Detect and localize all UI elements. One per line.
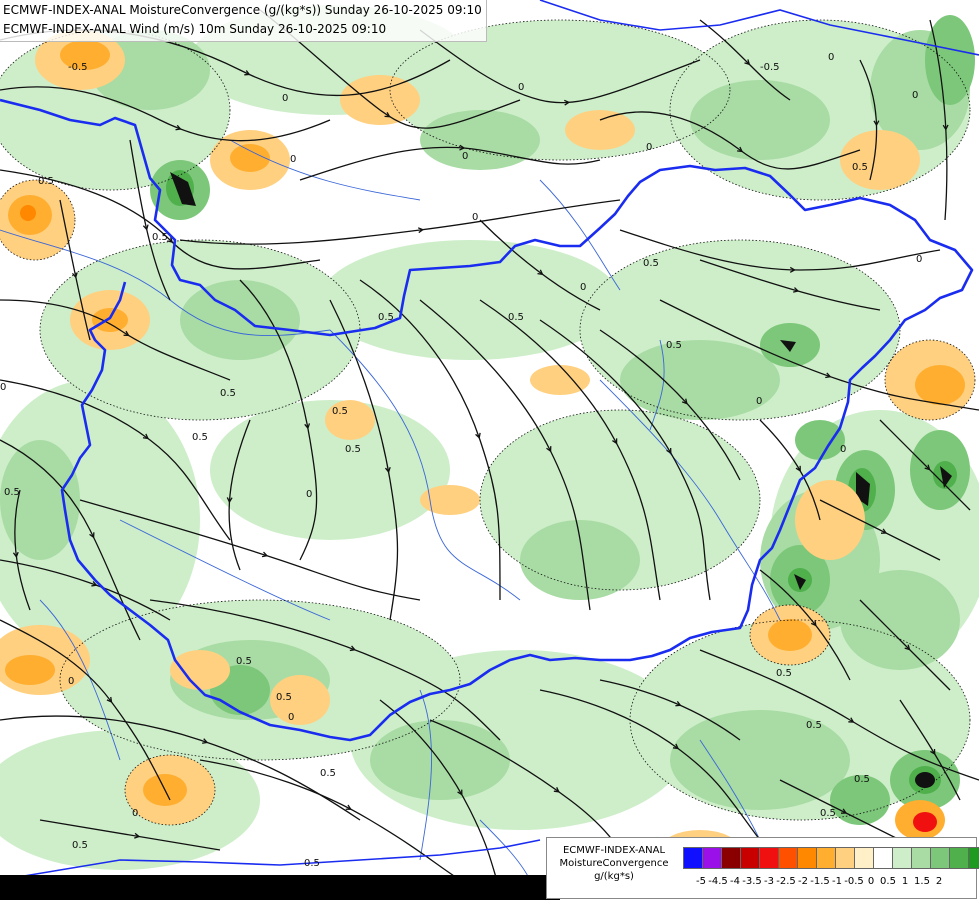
contour-value-label: 0 [306,489,312,500]
contour-value-label: 0.5 [236,656,252,667]
legend-title: ECMWF-INDEX-ANAL MoistureConvergence g/(… [547,844,681,883]
contour-value-label: 0 [912,90,918,101]
contour-value-label: 0 [472,212,478,223]
contour-value-label: 0.5 [72,840,88,851]
weather-map: 0 0.5 -0.5 0.5 0 0 0.5 0 0 0.5 0 0.5 -0.5 0 0.5 0 0.5 0.5… [0,0,979,900]
legend-swatch-4 [759,847,779,869]
legend-tick-label: -4.5 [708,876,728,887]
legend-tick-label: 1.5 [914,876,930,887]
title-wind: ECMWF-INDEX-ANAL Wind (m/s) 10m Sunday 2… [3,22,387,36]
contour-value-label: 0 [288,712,294,723]
contour-value-label: 0 [132,808,138,819]
contour-value-label: 0 [0,382,6,393]
legend-tick-label: -3.5 [742,876,762,887]
contour-value-label: 0 [840,444,846,455]
legend-title-unit: g/(kg*s) [594,871,634,882]
color-legend: ECMWF-INDEX-ANAL MoistureConvergence g/(… [546,837,979,899]
legend-swatches [683,847,979,869]
legend-tick-label: 1 [901,876,909,887]
contour-value-label: 0 [68,676,74,687]
legend-swatch-0 [683,847,703,869]
legend-tick-label: 2 [935,876,943,887]
contour-value-label: 0 [282,93,288,104]
contour-value-label: 0.5 [666,340,682,351]
legend-tick-label: -1 [832,876,842,887]
contour-value-label: 0.5 [38,176,54,187]
legend-swatch-3 [740,847,760,869]
contour-value-label: 0.5 [276,692,292,703]
contour-value-label: 0 [580,282,586,293]
map-title: ECMWF-INDEX-ANAL MoistureConvergence (g/… [0,0,487,42]
contour-value-label: 0 [462,151,468,162]
legend-tick-label: -4 [730,876,740,887]
contour-value-label: 0.5 [508,312,524,323]
contour-value-label: 0.5 [806,720,822,731]
legend-swatch-2 [721,847,741,869]
legend-tick-label: -2 [798,876,808,887]
contour-value-label: 0.5 [304,858,320,869]
contour-value-label: 0.5 [852,162,868,173]
contour-value-label: 0.5 [643,258,659,269]
legend-swatch-13 [930,847,950,869]
legend-title-variable: MoistureConvergence [559,858,669,869]
legend-swatch-12 [911,847,931,869]
legend-tick-label: 0 [867,876,875,887]
contour-value-label: 0.5 [820,808,836,819]
legend-swatch-11 [892,847,912,869]
legend-swatch-15 [968,847,979,869]
legend-swatch-6 [797,847,817,869]
legend-tick-label: 0.5 [880,876,896,887]
contour-value-label: -0.5 [760,62,780,73]
legend-swatch-10 [873,847,893,869]
contour-value-label: 0.5 [152,232,168,243]
contour-value-label: 0 [518,82,524,93]
contour-value-label: 0 [646,142,652,153]
contour-value-label: 0 [756,396,762,407]
contour-value-label: 0.5 [345,444,361,455]
contour-value-label: 0.5 [220,388,236,399]
legend-tick-label: -2.5 [776,876,796,887]
legend-swatch-7 [816,847,836,869]
legend-swatch-14 [949,847,969,869]
contour-value-label: 0 [916,254,922,265]
legend-tick-label: -3 [764,876,774,887]
contour-value-label: 0.5 [192,432,208,443]
contour-value-label: 0.5 [854,774,870,785]
legend-tick-label: -5 [696,876,706,887]
legend-swatch-9 [854,847,874,869]
legend-swatch-1 [702,847,722,869]
contour-value-label: 0.5 [320,768,336,779]
contour-value-label: -0.5 [68,62,88,73]
title-moisture-convergence: ECMWF-INDEX-ANAL MoistureConvergence (g/… [3,3,482,17]
contour-value-label: 0.5 [332,406,348,417]
contour-value-label: 0.5 [378,312,394,323]
legend-tick-label: -0.5 [844,876,864,887]
contour-value-label: 0.5 [776,668,792,679]
contour-value-label: 0 [290,154,296,165]
legend-swatch-8 [835,847,855,869]
contour-labels-layer: 0 0.5 -0.5 0.5 0 0 0.5 0 0 0.5 0 0.5 -0.5 0 0.5 0 0.5 0.5… [0,52,922,869]
bottom-bar [0,875,560,900]
contour-value-label: 0 [828,52,834,63]
legend-swatch-5 [778,847,798,869]
legend-tick-label: -1.5 [810,876,830,887]
contour-value-label: 0.5 [4,487,20,498]
legend-ticks: -5 -4.5 -4 -3.5 -3 -2.5 -2 -1.5 -1 -0.5 0 0.5 1 1.5 2 [684,876,974,890]
legend-title-model: ECMWF-INDEX-ANAL [562,845,666,856]
